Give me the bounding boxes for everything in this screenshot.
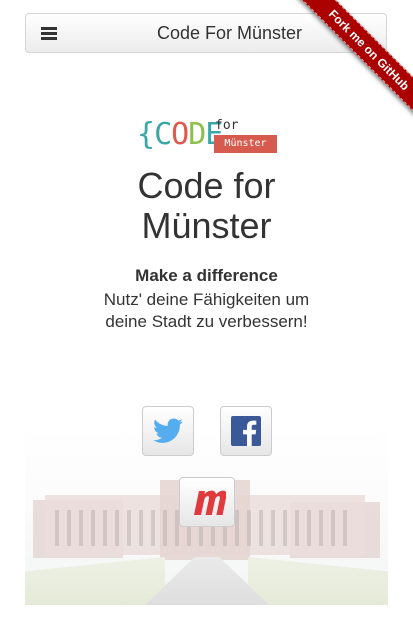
logo-city-badge: Münster bbox=[214, 135, 277, 153]
tagline: Make a difference bbox=[135, 266, 278, 285]
logo-letter: C bbox=[154, 117, 172, 152]
page-title: Code for Münster bbox=[0, 166, 413, 246]
hamburger-icon bbox=[41, 27, 57, 30]
logo-letter: D bbox=[188, 117, 206, 152]
github-ribbon: Fork me on GitHub bbox=[273, 0, 413, 140]
logo-letter: O bbox=[171, 117, 189, 152]
description: Nutz' deine Fähigkeiten um deine Stadt z… bbox=[103, 290, 310, 331]
logo-for-text: for bbox=[215, 118, 239, 133]
fork-on-github-link[interactable]: Fork me on GitHub bbox=[282, 0, 413, 137]
logo-code-letters: {CODE bbox=[137, 117, 223, 152]
facebook-button[interactable] bbox=[220, 406, 272, 456]
logo-letter: { bbox=[137, 117, 155, 152]
twitter-icon bbox=[153, 418, 183, 443]
meetup-button[interactable] bbox=[179, 477, 235, 527]
meetup-icon bbox=[194, 490, 226, 515]
twitter-button[interactable] bbox=[142, 406, 194, 456]
title-line-1: Code for bbox=[137, 165, 276, 206]
facebook-icon bbox=[231, 416, 261, 446]
title-line-2: Münster bbox=[141, 205, 272, 246]
code-for-muenster-logo: {CODE for Münster bbox=[137, 118, 279, 154]
menu-toggle-button[interactable] bbox=[36, 22, 60, 44]
